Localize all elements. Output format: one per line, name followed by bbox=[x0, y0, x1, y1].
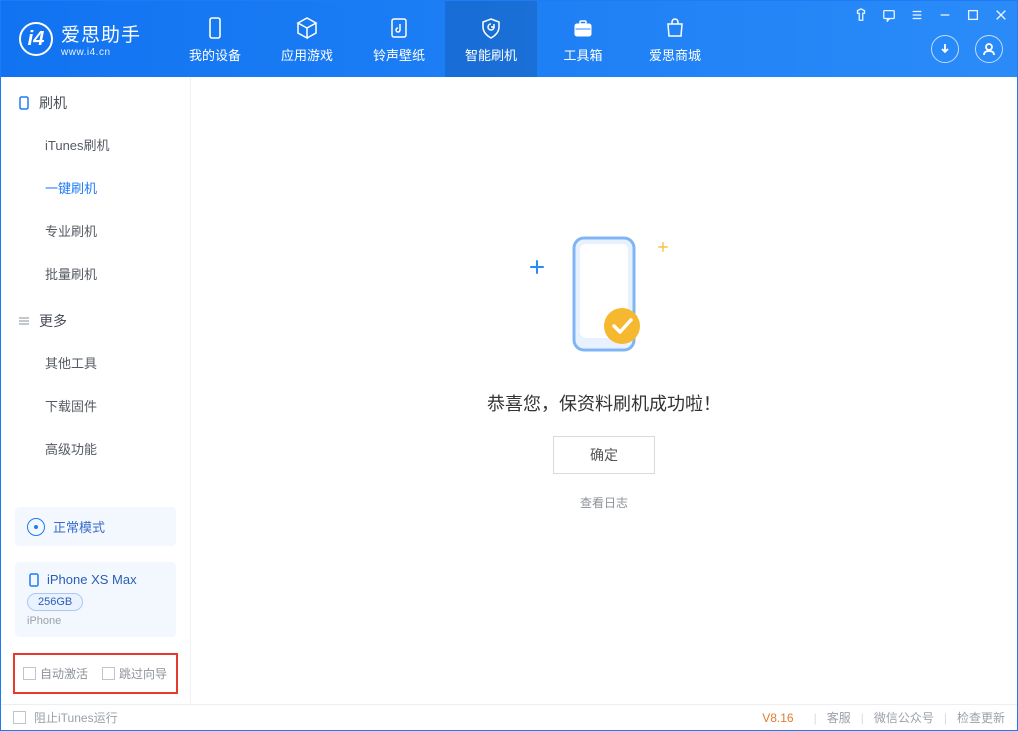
tab-label: 应用游戏 bbox=[281, 45, 333, 64]
logo-icon: i4 bbox=[19, 22, 53, 56]
tab-label: 智能刷机 bbox=[465, 45, 517, 64]
device-mode-box[interactable]: 正常模式 bbox=[15, 507, 176, 546]
support-link[interactable]: 客服 bbox=[827, 709, 851, 726]
window-controls bbox=[853, 7, 1009, 23]
options-highlight-box: 自动激活 跳过向导 bbox=[13, 653, 178, 694]
confirm-button[interactable]: 确定 bbox=[553, 436, 655, 474]
skip-guide-option[interactable]: 跳过向导 bbox=[102, 665, 167, 682]
download-button[interactable] bbox=[931, 35, 959, 63]
tab-toolbox[interactable]: 工具箱 bbox=[537, 1, 629, 77]
mode-indicator-icon bbox=[27, 518, 45, 536]
success-illustration bbox=[544, 230, 664, 370]
sidebar-item-batch-flash[interactable]: 批量刷机 bbox=[1, 252, 190, 295]
feedback-icon[interactable] bbox=[881, 7, 897, 23]
list-icon bbox=[17, 314, 31, 328]
store-icon bbox=[662, 15, 688, 41]
tab-label: 铃声壁纸 bbox=[373, 45, 425, 64]
sidebar-section-more: 更多 bbox=[1, 295, 190, 341]
close-button[interactable] bbox=[993, 7, 1009, 23]
sidebar-item-oneclick-flash[interactable]: 一键刷机 bbox=[1, 166, 190, 209]
sidebar-section-flash: 刷机 bbox=[1, 77, 190, 123]
tab-store[interactable]: 爱思商城 bbox=[629, 1, 721, 77]
user-button[interactable] bbox=[975, 35, 1003, 63]
tab-flash[interactable]: 智能刷机 bbox=[445, 1, 537, 77]
section-title-label: 更多 bbox=[39, 311, 67, 331]
checkbox-icon[interactable] bbox=[102, 667, 115, 680]
sidebar: 刷机 iTunes刷机 一键刷机 专业刷机 批量刷机 更多 其他工具 下载固件 … bbox=[1, 77, 191, 704]
minimize-button[interactable] bbox=[937, 7, 953, 23]
device-capacity: 256GB bbox=[27, 593, 83, 611]
shield-refresh-icon bbox=[478, 15, 504, 41]
toolbox-icon bbox=[570, 15, 596, 41]
auto-activate-option[interactable]: 自动激活 bbox=[23, 665, 88, 682]
section-title-label: 刷机 bbox=[39, 93, 67, 113]
success-message: 恭喜您，保资料刷机成功啦！ bbox=[487, 390, 721, 416]
device-info-box[interactable]: iPhone XS Max 256GB iPhone bbox=[15, 562, 176, 637]
checkbox-icon[interactable] bbox=[13, 711, 26, 724]
maximize-button[interactable] bbox=[965, 7, 981, 23]
tab-ringtones[interactable]: 铃声壁纸 bbox=[353, 1, 445, 77]
skin-icon[interactable] bbox=[853, 7, 869, 23]
sparkle-icon bbox=[658, 242, 668, 252]
menu-icon[interactable] bbox=[909, 7, 925, 23]
version-label: V8.16 bbox=[762, 711, 793, 725]
tab-label: 我的设备 bbox=[189, 45, 241, 64]
tab-label: 工具箱 bbox=[564, 45, 603, 64]
app-title: 爱思助手 bbox=[61, 20, 141, 47]
check-update-link[interactable]: 检查更新 bbox=[957, 709, 1005, 726]
device-icon bbox=[17, 96, 31, 110]
sidebar-item-pro-flash[interactable]: 专业刷机 bbox=[1, 209, 190, 252]
device-type: iPhone bbox=[27, 615, 164, 627]
nav-tabs: 我的设备 应用游戏 铃声壁纸 智能刷机 工具箱 bbox=[169, 1, 721, 77]
sidebar-item-itunes-flash[interactable]: iTunes刷机 bbox=[1, 123, 190, 166]
checkbox-icon[interactable] bbox=[23, 667, 36, 680]
music-note-icon bbox=[386, 15, 412, 41]
main-panel: 恭喜您，保资料刷机成功啦！ 确定 查看日志 bbox=[191, 77, 1017, 704]
app-header: i4 爱思助手 www.i4.cn 我的设备 应用游戏 铃声壁纸 bbox=[1, 1, 1017, 77]
app-url: www.i4.cn bbox=[61, 47, 141, 58]
tab-my-device[interactable]: 我的设备 bbox=[169, 1, 261, 77]
phone-small-icon bbox=[27, 573, 41, 587]
sparkle-icon bbox=[530, 260, 544, 274]
block-itunes-label[interactable]: 阻止iTunes运行 bbox=[34, 709, 118, 726]
sidebar-item-other-tools[interactable]: 其他工具 bbox=[1, 341, 190, 384]
device-name: iPhone XS Max bbox=[47, 572, 137, 587]
phone-icon bbox=[202, 15, 228, 41]
sidebar-item-download-firmware[interactable]: 下载固件 bbox=[1, 384, 190, 427]
mode-label: 正常模式 bbox=[53, 517, 105, 536]
logo-area: i4 爱思助手 www.i4.cn bbox=[1, 20, 159, 58]
tab-apps[interactable]: 应用游戏 bbox=[261, 1, 353, 77]
footer: 阻止iTunes运行 V8.16 | 客服 | 微信公众号 | 检查更新 bbox=[1, 704, 1017, 730]
wechat-link[interactable]: 微信公众号 bbox=[874, 709, 934, 726]
header-right-icons bbox=[931, 35, 1003, 63]
cube-icon bbox=[294, 15, 320, 41]
sidebar-item-advanced[interactable]: 高级功能 bbox=[1, 427, 190, 470]
view-log-link[interactable]: 查看日志 bbox=[580, 494, 628, 511]
tab-label: 爱思商城 bbox=[649, 45, 701, 64]
